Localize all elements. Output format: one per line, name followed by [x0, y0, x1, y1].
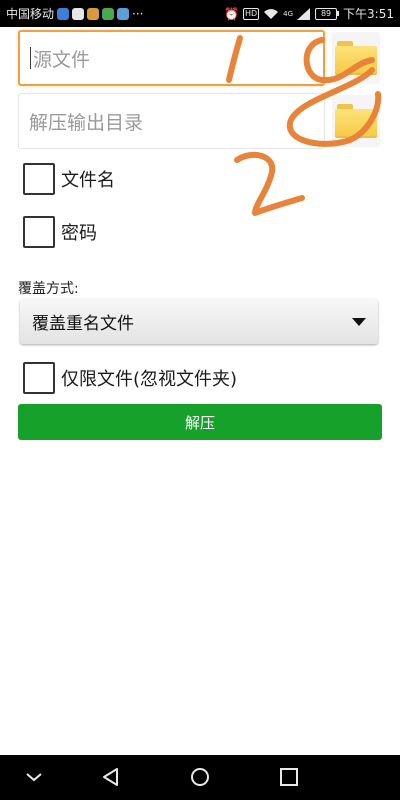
carrier-label: 中国移动: [6, 7, 55, 21]
notification-app-icon: [102, 7, 115, 20]
notification-app-icon: [117, 7, 130, 20]
source-file-row: 源文件: [18, 30, 380, 86]
folder-icon: [335, 41, 377, 75]
battery-tip: [337, 11, 340, 16]
extract-button-label: 解压: [184, 413, 215, 432]
files-only-checkbox[interactable]: [23, 362, 55, 394]
notification-app-icon: [72, 7, 85, 20]
output-browse-button[interactable]: [332, 95, 380, 147]
back-icon[interactable]: [100, 766, 122, 788]
battery-icon: 89: [315, 7, 340, 20]
files-only-checkbox-label: 仅限文件(忽视文件夹): [61, 369, 238, 390]
recents-icon[interactable]: [278, 766, 300, 788]
hd-icon: HD: [242, 7, 260, 20]
output-dir-placeholder: 解压输出目录: [29, 111, 144, 134]
overwrite-mode-label: 覆盖方式:: [18, 281, 79, 297]
clock: 下午3:51: [343, 7, 394, 21]
filename-checkbox-row[interactable]: 文件名: [23, 163, 115, 195]
folder-icon: [335, 104, 377, 138]
more-notifications-icon: ···: [132, 6, 144, 21]
output-dir-row: 解压输出目录: [18, 93, 380, 149]
wifi-icon: [264, 8, 279, 19]
source-file-input[interactable]: 源文件: [18, 30, 325, 86]
nav-hide-icon[interactable]: [24, 767, 44, 787]
alarm-icon: ⏰: [224, 6, 239, 21]
source-browse-button[interactable]: [332, 32, 380, 84]
files-only-checkbox-row[interactable]: 仅限文件(忽视文件夹): [23, 362, 237, 394]
password-checkbox-label: 密码: [61, 223, 97, 244]
signal-small-icon: 4G: [283, 9, 294, 18]
home-icon[interactable]: [189, 766, 211, 788]
annotation-number-two: [234, 151, 305, 216]
filename-checkbox[interactable]: [23, 163, 55, 195]
dropdown-arrow-icon: [352, 317, 366, 326]
password-checkbox[interactable]: [23, 216, 55, 248]
output-dir-input[interactable]: 解压输出目录: [18, 93, 325, 149]
overwrite-mode-select[interactable]: 覆盖重名文件: [20, 299, 378, 344]
navigation-bar: [0, 755, 400, 800]
status-right: ⏰ HD 4G 89 下午3:51: [224, 5, 394, 22]
notification-app-icon: [57, 7, 70, 20]
status-bar: 中国移动 ··· ⏰ HD 4G 89 下午3:51: [0, 0, 400, 27]
source-file-placeholder: 源文件: [33, 48, 91, 71]
status-left: 中国移动 ···: [6, 5, 143, 22]
password-checkbox-row[interactable]: 密码: [23, 216, 97, 248]
text-caret: [30, 47, 31, 69]
filename-checkbox-label: 文件名: [61, 170, 115, 191]
overwrite-mode-value: 覆盖重名文件: [32, 314, 134, 334]
notification-app-icon: [87, 7, 100, 20]
extract-button[interactable]: 解压: [18, 404, 382, 440]
signal-icon: [297, 7, 311, 20]
battery-level: 89: [315, 7, 338, 20]
